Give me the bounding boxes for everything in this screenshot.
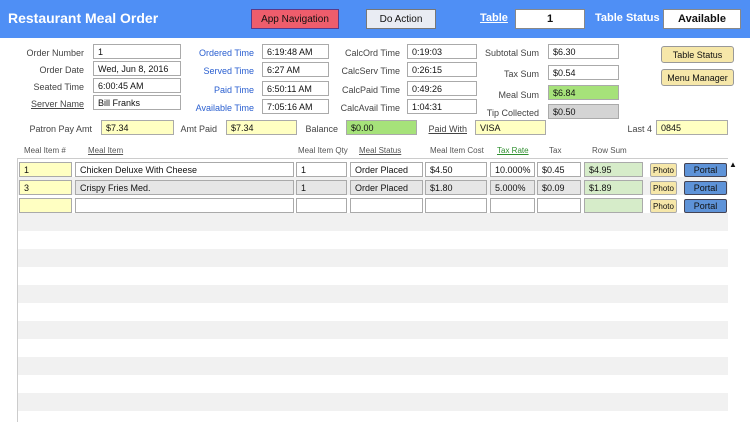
do-action-button[interactable]: Do Action [366,9,436,29]
tax-sum-label: Tax Sum [503,69,539,79]
row-tax-rate[interactable]: 5.000% [490,180,535,195]
order-number-label: Order Number [26,48,84,58]
last-4-label: Last 4 [627,124,652,134]
calc-paid-time-field[interactable]: 0:49:26 [407,81,477,96]
col-header-row-sum: Row Sum [592,146,627,155]
menu-manager-button[interactable]: Menu Manager [661,69,734,86]
available-time-label: Available Time [195,103,254,113]
ordered-time-label: Ordered Time [198,48,254,58]
meal-sum-label: Meal Sum [498,90,539,100]
paid-with-field[interactable]: VISA [475,120,546,135]
amt-paid-label: Amt Paid [180,124,217,134]
order-number-field[interactable]: 1 [93,44,181,59]
col-header-cost: Meal Item Cost [430,146,484,155]
photo-button[interactable]: Photo [650,199,677,213]
col-header-meal-item[interactable]: Meal Item [88,146,123,155]
tip-collected-label: Tip Collected [486,108,539,118]
served-time-label: Served Time [203,66,254,76]
row-meal-item[interactable]: Chicken Deluxe With Cheese [75,162,294,177]
row-status[interactable]: Order Placed [350,162,423,177]
portal-button[interactable]: Portal [684,163,727,177]
row-status[interactable]: Order Placed [350,180,423,195]
calc-avail-time-field[interactable]: 1:04:31 [407,99,477,114]
balance-label: Balance [305,124,338,134]
row-sum[interactable]: $1.89 [584,180,643,195]
col-header-status[interactable]: Meal Status [359,146,401,155]
col-header-item-no: Meal Item # [24,146,66,155]
patron-pay-amt-field[interactable]: $7.34 [101,120,174,135]
row-tax-rate[interactable] [490,198,535,213]
paid-time-label: Paid Time [213,85,254,95]
seated-time-label: Seated Time [33,82,84,92]
row-qty[interactable] [296,198,347,213]
balance-field[interactable]: $0.00 [346,120,417,135]
served-time-field[interactable]: 6:27 AM [262,62,329,77]
col-header-tax: Tax [549,146,562,155]
order-date-label: Order Date [39,65,84,75]
paid-time-field[interactable]: 6:50:11 AM [262,81,329,96]
table-status-label: Table Status [595,12,660,24]
title-bar: Restaurant Meal Order App Navigation Do … [0,0,750,38]
row-meal-item[interactable] [75,198,294,213]
table-row: 3 Crispy Fries Med. 1 Order Placed $1.80… [17,178,728,196]
table-number-field[interactable]: 1 [515,9,585,29]
calc-paid-time-label: CalcPaid Time [341,85,400,95]
patron-pay-amt-label: Patron Pay Amt [29,124,92,134]
row-item-no[interactable]: 3 [19,180,72,195]
app-title: Restaurant Meal Order [8,10,159,26]
row-qty[interactable]: 1 [296,162,347,177]
meal-sum-field[interactable]: $6.84 [548,85,619,100]
amt-paid-field[interactable]: $7.34 [226,120,297,135]
photo-button[interactable]: Photo [650,181,677,195]
list-scrollbar[interactable]: ▲ [729,160,739,422]
calc-serv-time-label: CalcServ Time [341,66,400,76]
photo-button[interactable]: Photo [650,163,677,177]
row-tax-rate[interactable]: 10.000% [490,162,535,177]
subtotal-sum-label: Subtotal Sum [484,48,539,58]
row-meal-item[interactable]: Crispy Fries Med. [75,180,294,195]
row-tax[interactable] [537,198,581,213]
server-name-field[interactable]: Bill Franks [93,95,181,110]
col-header-qty: Meal Item Qty [298,146,348,155]
calc-ord-time-label: CalcOrd Time [344,48,400,58]
row-status[interactable] [350,198,423,213]
tax-sum-field[interactable]: $0.54 [548,65,619,80]
calc-avail-time-label: CalcAvail Time [340,103,400,113]
subtotal-sum-field[interactable]: $6.30 [548,44,619,59]
calc-ord-time-field[interactable]: 0:19:03 [407,44,477,59]
row-cost[interactable]: $4.50 [425,162,487,177]
last-4-field[interactable]: 0845 [656,120,728,135]
seated-time-field[interactable]: 6:00:45 AM [93,78,181,93]
portal-button[interactable]: Portal [684,181,727,195]
row-item-no[interactable]: 1 [19,162,72,177]
paid-with-link[interactable]: Paid With [428,124,467,134]
ordered-time-field[interactable]: 6:19:48 AM [262,44,329,59]
calc-serv-time-field[interactable]: 0:26:15 [407,62,477,77]
row-sum[interactable]: $4.95 [584,162,643,177]
row-sum[interactable] [584,198,643,213]
row-qty[interactable]: 1 [296,180,347,195]
table-row: 1 Chicken Deluxe With Cheese 1 Order Pla… [17,160,728,178]
app-navigation-button[interactable]: App Navigation [251,9,339,29]
row-cost[interactable]: $1.80 [425,180,487,195]
table-row-new: Photo Portal [17,196,728,214]
table-status-field[interactable]: Available [663,9,741,29]
table-link[interactable]: Table [480,12,508,24]
row-tax[interactable]: $0.45 [537,162,581,177]
row-cost[interactable] [425,198,487,213]
available-time-field[interactable]: 7:05:16 AM [262,99,329,114]
server-name-link[interactable]: Server Name [31,99,84,109]
scroll-up-arrow-icon[interactable]: ▲ [729,160,737,169]
row-tax[interactable]: $0.09 [537,180,581,195]
order-date-field[interactable]: Wed, Jun 8, 2016 [93,61,181,76]
col-header-tax-rate[interactable]: Tax Rate [497,146,529,155]
row-item-no[interactable] [19,198,72,213]
table-status-button[interactable]: Table Status [661,46,734,63]
tip-collected-field[interactable]: $0.50 [548,104,619,119]
portal-button[interactable]: Portal [684,199,727,213]
